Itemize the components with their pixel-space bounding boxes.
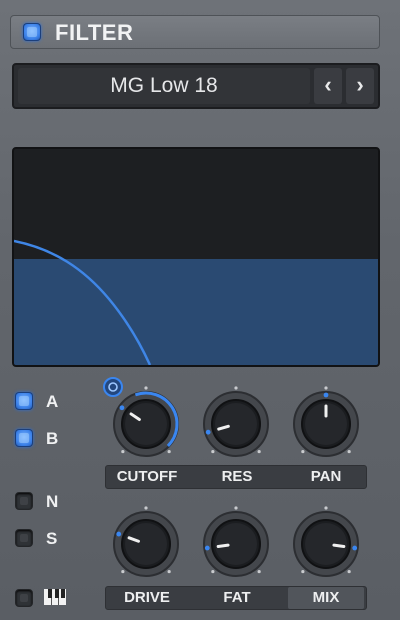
knob-cap (215, 523, 257, 565)
knob-tick (324, 506, 328, 510)
piano-keys-icon (44, 589, 66, 605)
preset-prev-button[interactable]: ‹ (314, 68, 342, 104)
knob-value-marker (119, 405, 125, 411)
top-knob-labels: CUTOFF RES PAN (105, 465, 367, 489)
resonance-knob[interactable] (198, 386, 274, 462)
knob-tick (257, 449, 261, 454)
filter-response-graph (14, 239, 378, 365)
knob-pointer (332, 543, 346, 549)
knob-cap (305, 523, 347, 565)
preset-next-button[interactable]: › (346, 68, 374, 104)
fat-label: FAT (223, 589, 251, 606)
knob-tick (301, 449, 305, 454)
route-a-toggle[interactable] (15, 392, 33, 410)
filter-panel: { "header": {"title": "FILTER", "power_o… (0, 0, 400, 620)
knob-tick (234, 506, 238, 510)
knob-tick (121, 569, 125, 574)
route-s-label: S (46, 529, 58, 548)
filter-power-toggle[interactable] (23, 23, 41, 41)
response-fill (14, 259, 378, 365)
chevron-right-icon: › (356, 72, 364, 97)
bottom-knob-labels: DRIVE FAT MIX (105, 586, 367, 610)
fat-knob[interactable] (198, 506, 274, 582)
route-a-label: A (46, 392, 59, 411)
knob-tick (234, 386, 238, 390)
knob-pointer (216, 543, 230, 549)
filter-title: FILTER (55, 20, 134, 45)
route-s-toggle[interactable] (15, 529, 33, 547)
knob-cap (125, 523, 167, 565)
knob-cap (125, 403, 167, 445)
knob-value-marker (204, 545, 210, 551)
knob-cap (215, 403, 257, 445)
knob-tick (121, 449, 125, 454)
drive-knob[interactable] (108, 506, 184, 582)
preset-selector: MG Low 18 ‹ › (12, 63, 380, 109)
cutoff-label: CUTOFF (116, 468, 178, 485)
knob-tick (324, 386, 328, 390)
chevron-left-icon: ‹ (324, 72, 332, 97)
knob-value-marker (116, 531, 122, 537)
pan-knob[interactable] (288, 386, 364, 462)
cutoff-knob[interactable] (108, 386, 184, 462)
route-n-label: N (46, 492, 59, 511)
pan-label: PAN (310, 468, 342, 485)
filter-header: FILTER (10, 15, 380, 49)
knob-tick (144, 386, 148, 390)
keytrack-toggle[interactable] (15, 589, 33, 607)
drive-label: DRIVE (124, 589, 170, 606)
knob-tick (347, 449, 351, 454)
knob-value-marker (352, 545, 358, 551)
mix-label[interactable]: MIX (288, 587, 364, 609)
filter-response-display (12, 147, 380, 367)
knob-value-marker (323, 392, 329, 398)
knob-tick (211, 569, 215, 574)
knob-tick (167, 569, 171, 574)
knob-tick (301, 569, 305, 574)
route-b-label: B (46, 429, 59, 448)
knob-tick (347, 569, 351, 574)
res-label: RES (221, 468, 253, 485)
knob-tick (144, 506, 148, 510)
route-b-toggle[interactable] (15, 429, 33, 447)
route-n-toggle[interactable] (15, 492, 33, 510)
preset-name-display[interactable]: MG Low 18 (18, 68, 310, 104)
knob-tick (257, 569, 261, 574)
knob-tick (211, 449, 215, 454)
knob-value-marker (205, 429, 211, 435)
mix-knob[interactable] (288, 506, 364, 582)
knob-tick (167, 449, 171, 454)
